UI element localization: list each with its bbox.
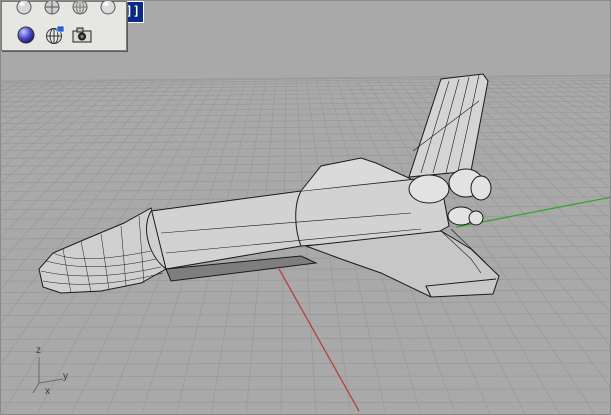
- environment-globe-icon: [46, 25, 65, 44]
- ghosted-sphere-icon: [100, 1, 116, 15]
- wireframe-sphere-button[interactable]: [12, 1, 36, 17]
- camera-icon: [72, 27, 92, 43]
- camera-button[interactable]: [70, 25, 94, 45]
- shaded-sphere-button[interactable]: [40, 1, 64, 17]
- axis-triad-z-label: z: [36, 345, 41, 356]
- render-preview-sphere-icon: [17, 26, 35, 44]
- viewport-title-tail: ]]: [125, 4, 140, 18]
- shaded-sphere-icon: [44, 1, 60, 15]
- axis-triad-x-label: x: [45, 386, 50, 397]
- ghosted-sphere-button[interactable]: [96, 1, 120, 17]
- perspective-viewport[interactable]: z y x ]]: [0, 0, 611, 415]
- axis-triad: [32, 357, 64, 394]
- rendered-sphere-icon: [72, 1, 88, 15]
- render-preview-sphere-button[interactable]: [14, 25, 38, 45]
- wireframe-sphere-icon: [16, 1, 32, 15]
- shuttle-model[interactable]: [38, 73, 500, 298]
- environment-globe-button[interactable]: [42, 25, 66, 45]
- axis-triad-y-label: y: [63, 371, 68, 382]
- display-mode-toolbar: [1, 1, 127, 51]
- scene-canvas[interactable]: [1, 1, 611, 415]
- rendered-sphere-button[interactable]: [68, 1, 92, 17]
